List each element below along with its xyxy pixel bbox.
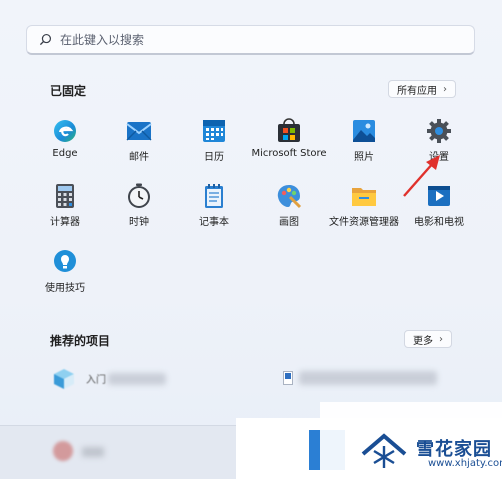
annotation-arrow xyxy=(403,155,440,197)
recommended-title: 推荐的项目 xyxy=(50,334,111,348)
recommended-item-label: 入门 xyxy=(86,375,106,386)
search-placeholder: 在此键入以搜索 xyxy=(60,33,145,47)
search-input[interactable]: 在此键入以搜索 xyxy=(26,25,475,55)
start-menu: 在此键入以搜索 已固定 所有应用 › Edge 邮件 日历 Microsoft … xyxy=(0,0,502,479)
notepad-icon xyxy=(205,184,223,208)
search-icon xyxy=(39,33,52,46)
calendar-icon xyxy=(203,120,225,142)
snowflake-logo-icon xyxy=(361,433,407,468)
paint-icon xyxy=(277,185,302,209)
redacted-text xyxy=(299,371,437,385)
store-icon xyxy=(278,118,300,142)
getting-started-icon xyxy=(54,369,74,389)
all-apps-button[interactable]: 所有应用 › xyxy=(388,80,456,98)
mail-icon xyxy=(126,122,152,141)
pinned-title: 已固定 xyxy=(50,84,87,98)
tips-icon xyxy=(54,250,76,272)
user-avatar[interactable] xyxy=(53,441,73,461)
calculator-icon xyxy=(56,184,74,208)
user-name xyxy=(82,447,104,457)
folder-icon xyxy=(352,188,376,206)
recommended-item[interactable] xyxy=(283,365,443,395)
photos-icon xyxy=(353,120,375,142)
watermark-url: www.xhjaty.com xyxy=(428,458,502,469)
recommended-item[interactable]: 入门 xyxy=(50,365,170,395)
document-icon xyxy=(283,371,293,385)
more-label: 更多 xyxy=(413,335,433,347)
all-apps-label: 所有应用 xyxy=(397,85,437,97)
more-button[interactable]: 更多 › xyxy=(404,330,452,348)
app-label: 电影和电视 xyxy=(414,217,464,228)
chevron-right-icon: › xyxy=(439,333,443,345)
app-label: 使用技巧 xyxy=(45,283,85,294)
chevron-right-icon: › xyxy=(443,83,447,95)
redacted-text xyxy=(108,373,166,385)
settings-gear-icon xyxy=(427,119,451,143)
app-tips[interactable]: 使用技巧 xyxy=(25,249,105,309)
edge-icon xyxy=(54,120,76,142)
clock-icon xyxy=(128,183,150,208)
